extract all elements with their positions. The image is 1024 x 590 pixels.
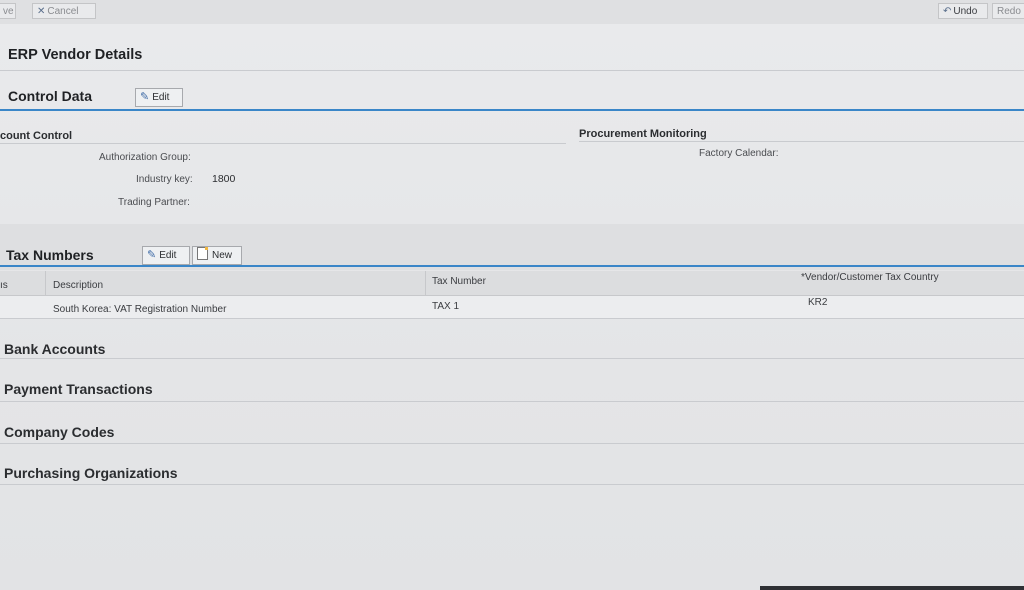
- tray-divider: [0, 484, 1024, 485]
- account-control-divider: [0, 143, 566, 144]
- redo-label: Redo: [997, 6, 1021, 17]
- factory-calendar-label: Factory Calendar:: [699, 148, 779, 159]
- tray-purchasing-organizations[interactable]: Purchasing Organizations: [0, 460, 1024, 498]
- tax-numbers-title: Tax Numbers: [6, 247, 94, 263]
- screen-edge: [760, 586, 1024, 590]
- edit-label: Edit: [159, 250, 177, 261]
- industry-key-label: Industry key:: [136, 174, 193, 185]
- control-data-edit-button[interactable]: ✎ Edit: [135, 88, 183, 107]
- tray-title: Payment Transactions: [4, 381, 153, 397]
- tray-divider: [0, 443, 1024, 444]
- procurement-monitoring-heading: Procurement Monitoring: [579, 128, 707, 140]
- cancel-button[interactable]: ✕ Cancel: [32, 3, 96, 19]
- undo-button[interactable]: ↶ Undo: [938, 3, 988, 19]
- control-data-title: Control Data: [8, 88, 92, 104]
- industry-key-value: 1800: [212, 173, 236, 185]
- tray-divider: [0, 358, 1024, 359]
- redo-button[interactable]: Redo: [992, 3, 1024, 19]
- undo-label: Undo: [953, 6, 978, 17]
- pencil-icon: ✎: [147, 249, 157, 261]
- tax-numbers-edit-button[interactable]: ✎ Edit: [142, 246, 190, 265]
- tray-title: Purchasing Organizations: [4, 465, 178, 481]
- save-label: ve: [3, 6, 14, 17]
- column-header-tax-number[interactable]: Tax Number: [432, 276, 486, 287]
- row-tax-country: KR2: [808, 297, 828, 308]
- cancel-label: Cancel: [47, 6, 79, 17]
- column-separator: [425, 271, 426, 295]
- control-data-divider: [0, 109, 1024, 111]
- tax-numbers-new-button[interactable]: New: [192, 246, 242, 265]
- tax-numbers-table-header: ıs Description Tax Number *Vendor/Custom…: [0, 271, 1024, 296]
- row-tax-number: TAX 1: [432, 301, 460, 312]
- save-button[interactable]: ve: [0, 3, 16, 19]
- new-document-icon: [197, 247, 208, 260]
- new-label: New: [212, 250, 233, 261]
- procurement-monitoring-divider: [579, 141, 1024, 142]
- table-row[interactable]: South Korea: VAT Registration Number TAX…: [0, 296, 1024, 318]
- cancel-icon: ✕: [37, 6, 46, 17]
- trading-partner-label: Trading Partner:: [118, 197, 190, 208]
- toolbar: ve ✕ Cancel ↶ Undo Redo: [0, 0, 1024, 25]
- tray-bank-accounts[interactable]: Bank Accounts: [0, 336, 1024, 374]
- column-header-description[interactable]: Description: [53, 280, 103, 291]
- edit-label: Edit: [152, 92, 170, 103]
- column-separator: [45, 271, 46, 295]
- column-header-selection[interactable]: ıs: [0, 280, 8, 291]
- tray-company-codes[interactable]: Company Codes: [0, 419, 1024, 457]
- tax-numbers-divider: [0, 265, 1024, 267]
- authorization-group-label: Authorization Group:: [99, 152, 191, 163]
- column-header-tax-country[interactable]: *Vendor/Customer Tax Country: [801, 272, 939, 283]
- tray-divider: [0, 401, 1024, 402]
- page-title: ERP Vendor Details: [8, 47, 143, 63]
- title-divider: [0, 70, 1024, 71]
- tray-payment-transactions[interactable]: Payment Transactions: [0, 376, 1024, 414]
- account-control-heading: count Control: [0, 130, 73, 142]
- tray-title: Bank Accounts: [4, 341, 106, 357]
- undo-icon: ↶: [943, 6, 952, 17]
- row-description: South Korea: VAT Registration Number: [53, 304, 227, 315]
- pencil-icon: ✎: [140, 91, 150, 103]
- tax-table-bottom-divider: [0, 318, 1024, 319]
- tray-title: Company Codes: [4, 424, 115, 440]
